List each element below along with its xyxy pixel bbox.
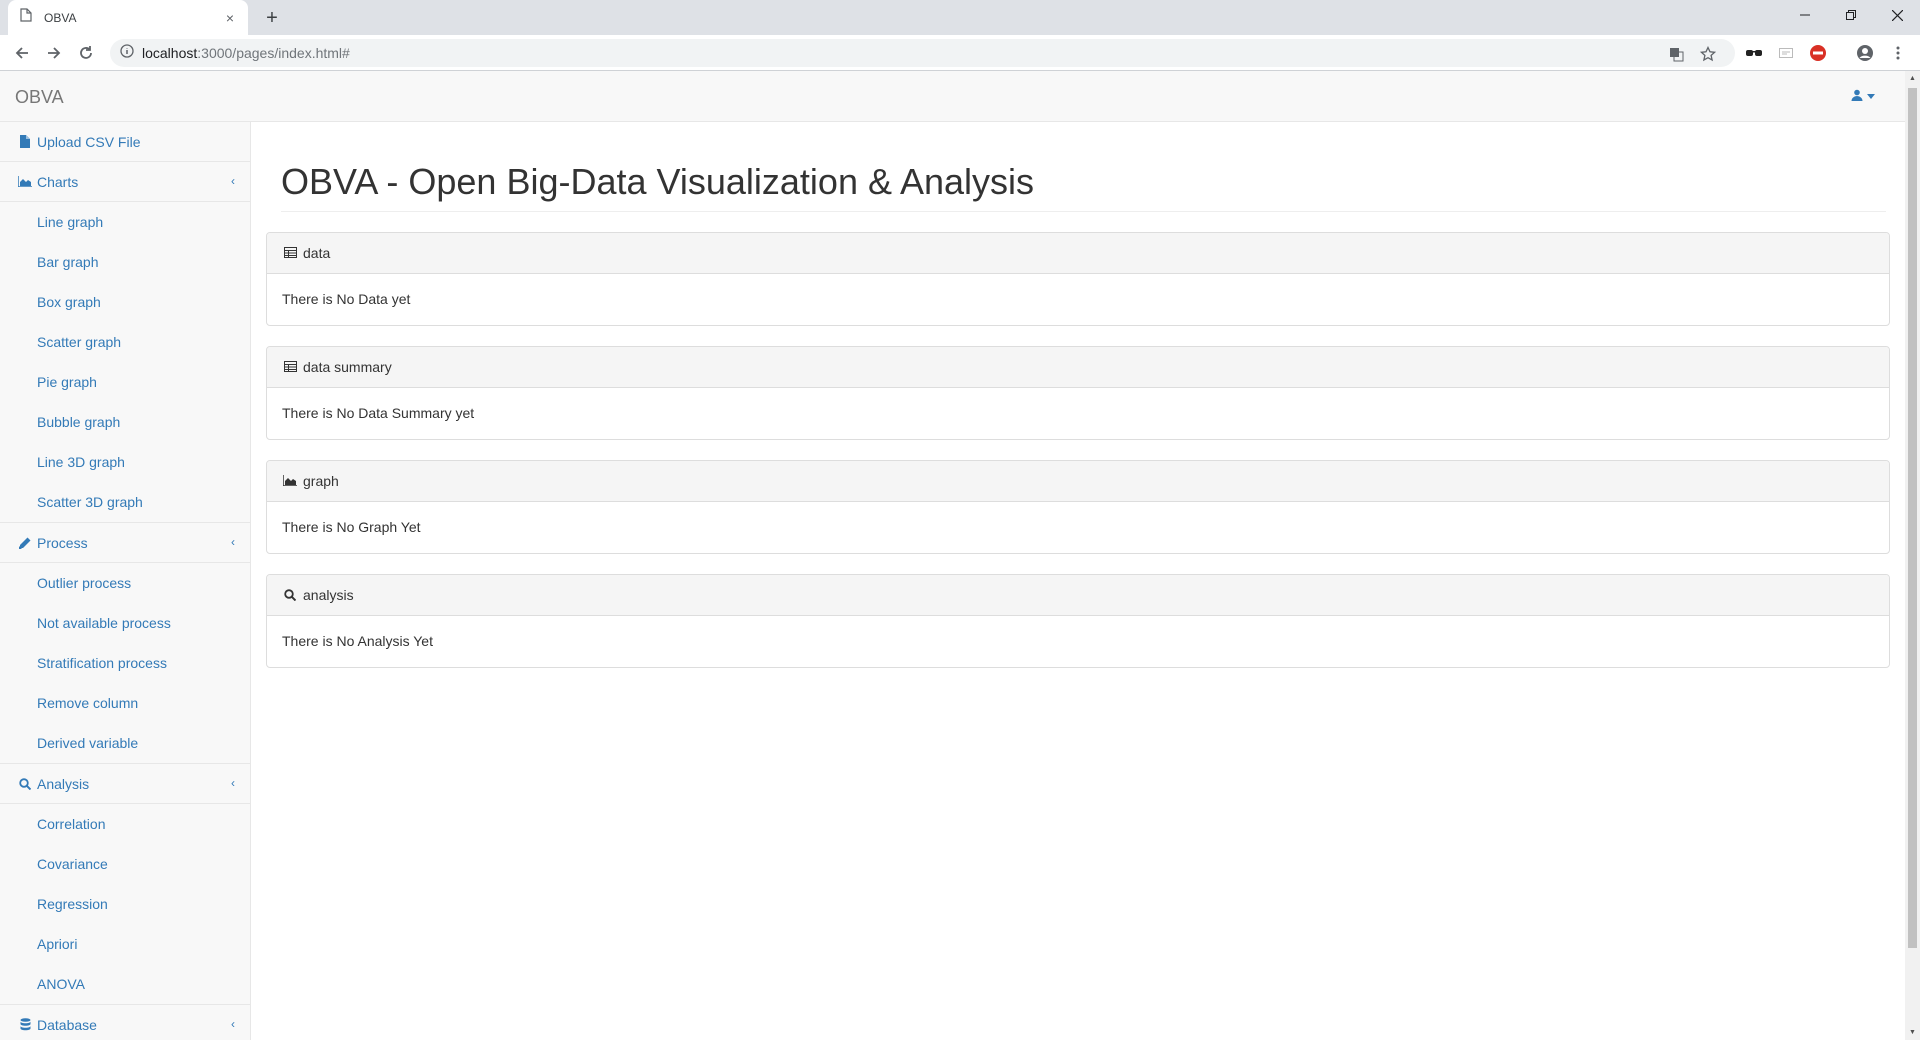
minimize-icon[interactable] bbox=[1782, 0, 1828, 30]
sidebar-subitem-covariance[interactable]: Covariance bbox=[0, 844, 250, 884]
reload-icon[interactable] bbox=[72, 39, 100, 67]
database-icon bbox=[18, 1018, 32, 1031]
app: OBVA Upload CSV File Charts ‹ Line graph bbox=[0, 71, 1905, 1040]
sidebar-subitem-outlier-process[interactable]: Outlier process bbox=[0, 563, 250, 603]
table-icon bbox=[283, 361, 297, 373]
sidebar-subitem-bubble-graph[interactable]: Bubble graph bbox=[0, 402, 250, 442]
panel-data-summary: data summary There is No Data Summary ye… bbox=[266, 345, 1890, 440]
close-window-icon[interactable] bbox=[1874, 0, 1920, 30]
scroll-up-icon[interactable]: ▲ bbox=[1905, 71, 1920, 86]
sidebar-item-label: Database bbox=[37, 1016, 97, 1033]
caret-down-icon bbox=[1867, 91, 1875, 102]
extension-red-icon[interactable] bbox=[1808, 43, 1828, 63]
sidebar-subitem-not-available-process[interactable]: Not available process bbox=[0, 603, 250, 643]
extension-card-icon[interactable] bbox=[1776, 43, 1796, 63]
panel-title: data summary bbox=[303, 358, 392, 375]
sidebar-subitem-pie-graph[interactable]: Pie graph bbox=[0, 362, 250, 402]
chevron-left-icon: ‹ bbox=[231, 535, 235, 549]
page-title: OBVA - Open Big-Data Visualization & Ana… bbox=[281, 161, 1035, 202]
sidebar-subitem-stratification-process[interactable]: Stratification process bbox=[0, 643, 250, 683]
scroll-down-icon[interactable]: ▼ bbox=[1905, 1025, 1920, 1040]
sidebar-subitem-bar-graph[interactable]: Bar graph bbox=[0, 242, 250, 282]
page-wrapper: OBVA - Open Big-Data Visualization & Ana… bbox=[251, 122, 1905, 1040]
scroll-thumb[interactable] bbox=[1908, 88, 1917, 948]
sidebar-subitem-line-3d-graph[interactable]: Line 3D graph bbox=[0, 442, 250, 482]
sidebar-subitem-apriori[interactable]: Apriori bbox=[0, 924, 250, 964]
analysis-submenu: Correlation Covariance Regression Aprior… bbox=[0, 804, 250, 1005]
sidebar-item-database[interactable]: Database ‹ bbox=[0, 1005, 250, 1040]
page-icon bbox=[20, 8, 32, 27]
bookmark-star-icon[interactable] bbox=[1700, 46, 1716, 62]
panel-graph: graph There is No Graph Yet bbox=[266, 459, 1890, 554]
sidebar-item-charts[interactable]: Charts ‹ bbox=[0, 162, 250, 202]
profile-icon[interactable] bbox=[1855, 43, 1875, 63]
process-submenu: Outlier process Not available process St… bbox=[0, 563, 250, 764]
sidebar-subitem-line-graph[interactable]: Line graph bbox=[0, 202, 250, 242]
sidebar-item-label: Process bbox=[37, 534, 88, 551]
sidebar-subitem-remove-column[interactable]: Remove column bbox=[0, 683, 250, 723]
file-icon bbox=[18, 135, 32, 148]
panel-heading: analysis bbox=[267, 574, 1889, 616]
sidebar-subitem-anova[interactable]: ANOVA bbox=[0, 964, 250, 1004]
chevron-left-icon: ‹ bbox=[231, 1017, 235, 1031]
sidebar-subitem-scatter-3d-graph[interactable]: Scatter 3D graph bbox=[0, 482, 250, 522]
new-tab-button[interactable]: + bbox=[258, 4, 286, 32]
page-header: OBVA - Open Big-Data Visualization & Ana… bbox=[281, 162, 1886, 212]
panel-body: There is No Analysis Yet bbox=[282, 633, 433, 650]
panel-body: There is No Data Summary yet bbox=[282, 405, 475, 422]
extension-glasses-icon[interactable] bbox=[1744, 43, 1764, 63]
sidebar-subitem-box-graph[interactable]: Box graph bbox=[0, 282, 250, 322]
panel-body: There is No Data yet bbox=[282, 291, 411, 308]
menu-kebab-icon[interactable] bbox=[1888, 43, 1908, 63]
top-navbar: OBVA bbox=[0, 71, 1905, 122]
browser-toolbar: localhost:3000/pages/index.html# bbox=[0, 35, 1920, 71]
pencil-icon bbox=[18, 537, 32, 549]
panel-title: data bbox=[303, 244, 331, 261]
tab-title: OBVA bbox=[44, 10, 77, 25]
panel-heading: data bbox=[267, 232, 1889, 274]
restore-icon[interactable] bbox=[1828, 0, 1874, 30]
panel-body: There is No Graph Yet bbox=[282, 519, 421, 536]
forward-icon[interactable] bbox=[40, 39, 68, 67]
sidebar-item-label: Analysis bbox=[37, 775, 90, 792]
panel-title: analysis bbox=[303, 586, 354, 603]
sidebar: Upload CSV File Charts ‹ Line graph Bar … bbox=[0, 122, 251, 1040]
chevron-left-icon: ‹ bbox=[231, 776, 235, 790]
browser-tab[interactable]: OBVA × bbox=[8, 0, 248, 35]
search-icon bbox=[283, 588, 297, 601]
sidebar-item-label: Upload CSV File bbox=[37, 133, 141, 150]
sidebar-item-label: Charts bbox=[37, 173, 79, 190]
address-bar[interactable]: localhost:3000/pages/index.html# bbox=[110, 39, 1735, 67]
panel-title: graph bbox=[303, 472, 339, 489]
browser-tabstrip: OBVA × + bbox=[0, 0, 1920, 35]
info-icon[interactable] bbox=[120, 43, 134, 63]
panel-analysis: analysis There is No Analysis Yet bbox=[266, 573, 1890, 668]
translate-icon[interactable] bbox=[1668, 46, 1684, 62]
sidebar-subitem-regression[interactable]: Regression bbox=[0, 884, 250, 924]
url-text[interactable]: localhost:3000/pages/index.html# bbox=[142, 45, 350, 61]
search-icon bbox=[18, 777, 32, 790]
sidebar-item-upload[interactable]: Upload CSV File bbox=[0, 122, 250, 162]
page-scrollbar[interactable]: ▲ ▼ bbox=[1905, 71, 1920, 1040]
user-icon bbox=[1851, 89, 1863, 104]
sidebar-subitem-scatter-graph[interactable]: Scatter graph bbox=[0, 322, 250, 362]
sidebar-item-analysis[interactable]: Analysis ‹ bbox=[0, 764, 250, 804]
user-menu-button[interactable] bbox=[1851, 89, 1875, 104]
brand-logo[interactable]: OBVA bbox=[15, 87, 64, 108]
tab-close-icon[interactable]: × bbox=[222, 10, 238, 26]
chevron-left-icon: ‹ bbox=[231, 174, 235, 188]
panel-data: data There is No Data yet bbox=[266, 231, 1890, 326]
sidebar-subitem-derived-variable[interactable]: Derived variable bbox=[0, 723, 250, 763]
sidebar-subitem-correlation[interactable]: Correlation bbox=[0, 804, 250, 844]
panel-heading: data summary bbox=[267, 346, 1889, 388]
area-chart-icon bbox=[18, 176, 32, 187]
area-chart-icon bbox=[283, 475, 297, 487]
charts-submenu: Line graph Bar graph Box graph Scatter g… bbox=[0, 202, 250, 523]
sidebar-item-process[interactable]: Process ‹ bbox=[0, 523, 250, 563]
panel-heading: graph bbox=[267, 460, 1889, 502]
table-icon bbox=[283, 247, 297, 259]
back-icon[interactable] bbox=[8, 39, 36, 67]
